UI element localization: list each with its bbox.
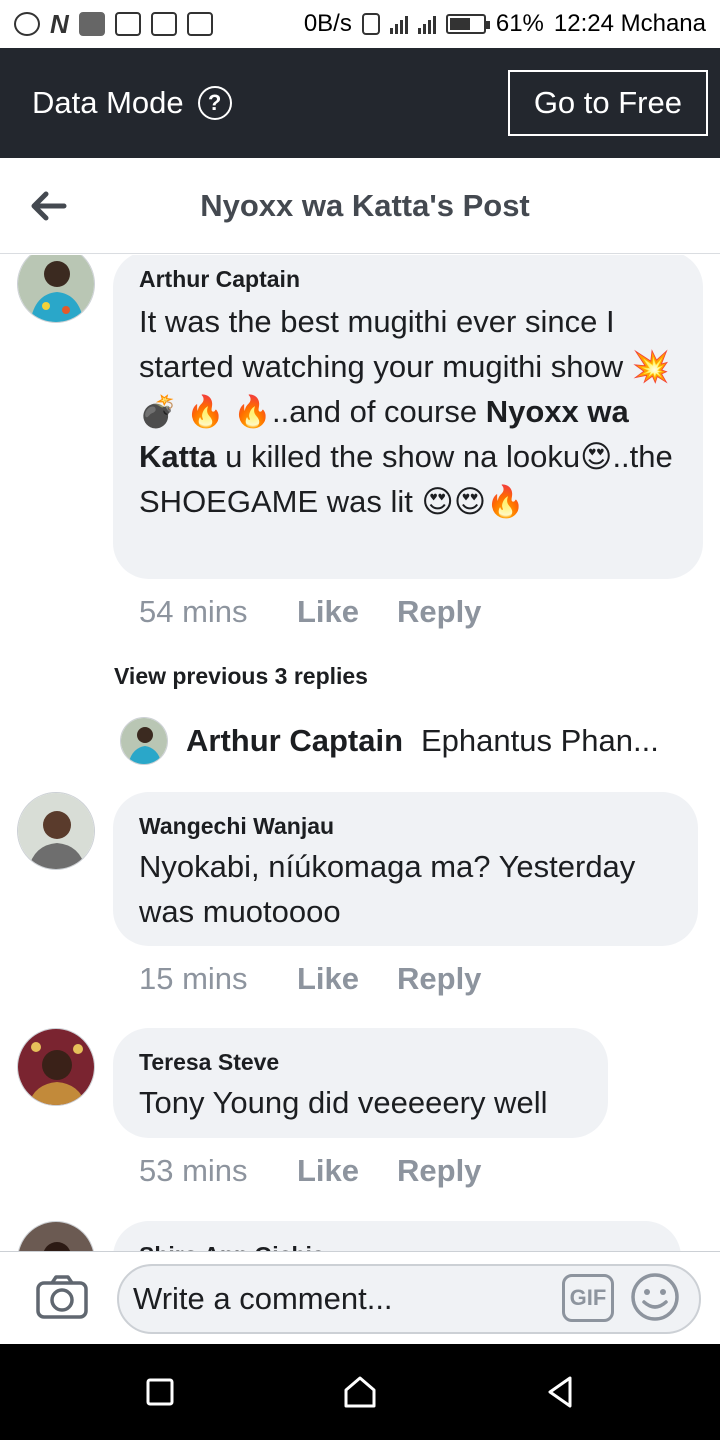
- recents-icon[interactable]: [140, 1372, 180, 1412]
- system-nav-bar: [0, 1344, 720, 1440]
- comment-text: Nyokabi, níúkomaga ma? Yesterday was muo…: [139, 849, 636, 929]
- avatar-image: [18, 793, 94, 869]
- download-icon: [150, 12, 177, 36]
- battery-icon: [445, 14, 490, 34]
- reply-button[interactable]: Reply: [397, 961, 481, 997]
- vibrate-icon: [361, 13, 380, 35]
- go-to-free-button[interactable]: Go to Free: [507, 70, 708, 136]
- page-title: Nyoxx wa Katta's Post: [200, 187, 530, 223]
- comment-bubble[interactable]: Wangechi Wanjau Nyokabi, níúkomaga ma? Y…: [113, 792, 698, 946]
- avatar-image: [121, 718, 167, 764]
- avatar[interactable]: [17, 1221, 95, 1251]
- comment-actions: 54 mins Like Reply: [139, 594, 481, 630]
- activity-icon: [186, 12, 213, 36]
- comment-author[interactable]: Arthur Captain: [139, 265, 677, 293]
- reply-author[interactable]: Arthur Captain: [186, 723, 403, 759]
- comment-time: 54 mins: [139, 594, 248, 629]
- comment-author[interactable]: Wangechi Wanjau: [139, 812, 672, 840]
- data-mode-label-group: Data Mode ?: [32, 85, 232, 121]
- comment-time: 15 mins: [139, 961, 248, 996]
- reply-button[interactable]: Reply: [397, 1153, 481, 1189]
- reply-button[interactable]: Reply: [397, 594, 481, 630]
- comment-actions: 53 mins Like Reply: [139, 1153, 481, 1189]
- comment-bubble[interactable]: Teresa Steve Tony Young did veeeeery wel…: [113, 1028, 608, 1138]
- comment-author[interactable]: Teresa Steve: [139, 1048, 582, 1076]
- notification-icons: N: [14, 9, 213, 40]
- help-icon[interactable]: ?: [197, 86, 232, 120]
- back-arrow-icon[interactable]: [28, 186, 68, 226]
- avatar[interactable]: [17, 255, 95, 323]
- comment-text: It was the best mugithi ever since I sta…: [139, 299, 677, 524]
- avatar-image: [18, 255, 94, 322]
- gif-icon[interactable]: GIF: [562, 1274, 614, 1322]
- comments-feed[interactable]: Arthur Captain It was the best mugithi e…: [0, 255, 720, 1251]
- like-button[interactable]: Like: [297, 961, 397, 997]
- image-icon: [114, 12, 141, 36]
- emoji-icon[interactable]: [630, 1272, 680, 1322]
- back-icon[interactable]: [540, 1372, 580, 1412]
- avatar-image: [18, 1029, 94, 1105]
- battery-percent: 61%: [495, 10, 544, 37]
- whatsapp-icon: [14, 12, 40, 36]
- comment-bubble[interactable]: Shiro Ann Gichia: [113, 1221, 681, 1251]
- like-button[interactable]: Like: [297, 594, 397, 630]
- data-mode-label: Data Mode: [32, 85, 184, 120]
- avatar[interactable]: [17, 1028, 95, 1106]
- avatar[interactable]: [120, 717, 168, 765]
- clock: 12:24 Mchana: [553, 10, 706, 37]
- post-header: Nyoxx wa Katta's Post: [0, 158, 720, 254]
- reply-preview[interactable]: Arthur Captain Ephantus Phan...: [120, 717, 659, 765]
- comment-actions: 15 mins Like Reply: [139, 961, 481, 997]
- system-indicators: 0B/s 61% 12:24 Mchana: [304, 10, 706, 38]
- notification-square-icon: [78, 12, 105, 36]
- signal-icon: [389, 14, 408, 34]
- signal-icon-2: [417, 14, 436, 34]
- avatar-image: [18, 1222, 94, 1251]
- notification-n-icon: N: [50, 8, 69, 39]
- comment-time: 53 mins: [139, 1153, 248, 1188]
- comment-bubble[interactable]: Arthur Captain It was the best mugithi e…: [113, 255, 703, 579]
- like-button[interactable]: Like: [297, 1153, 397, 1189]
- home-icon[interactable]: [340, 1372, 380, 1412]
- camera-icon[interactable]: [36, 1274, 88, 1320]
- comment-text-part: u killed the show na looku😍..the SHOEGAM…: [139, 439, 673, 519]
- avatar[interactable]: [17, 792, 95, 870]
- comment-composer: GIF: [0, 1251, 720, 1344]
- reply-text: Ephantus Phan...: [421, 723, 659, 758]
- comment-text: Tony Young did veeeeery well: [139, 1085, 548, 1120]
- status-bar: N 0B/s 61% 12:24 Mchana: [0, 0, 720, 48]
- data-mode-bar: Data Mode ? Go to Free: [0, 48, 720, 158]
- view-previous-replies-link[interactable]: View previous 3 replies: [114, 663, 368, 690]
- network-speed: 0B/s: [303, 10, 352, 37]
- comment-author[interactable]: Shiro Ann Gichia: [139, 1241, 655, 1251]
